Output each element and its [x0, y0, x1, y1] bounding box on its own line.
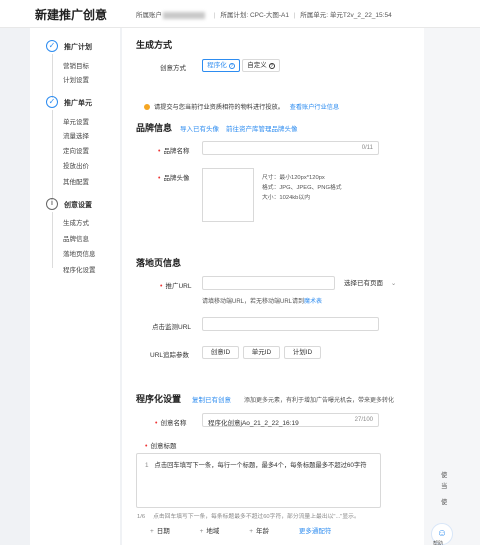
creative-method-label: 创意方式: [160, 65, 186, 72]
sidebar-item-unit-settings[interactable]: 单元设置: [63, 116, 89, 126]
avatar-upload-box[interactable]: [202, 168, 254, 222]
breadcrumb: 所属账户 | 所属计划: CPC-大图-A1 | 所属单元: 单元T2v_2_2…: [136, 11, 392, 19]
param-plan-id-button[interactable]: 计划ID: [284, 346, 321, 359]
sidebar-item-bidding[interactable]: 投放出价: [63, 160, 89, 170]
monitor-url-label: 点击监测URL: [152, 324, 192, 331]
account-name-redacted: [163, 11, 205, 19]
sidebar-item-traffic[interactable]: 流量选择: [63, 130, 89, 140]
option-custom-button[interactable]: 自定义?: [242, 59, 280, 72]
programmatic-tip: 添加更多元素，有利于增加广告曝光机会，带来更多转化: [244, 398, 395, 404]
section-landing-title: 落地页信息: [136, 258, 182, 268]
step-connector: [52, 212, 53, 268]
rail-text-1: 使: [441, 472, 448, 479]
sidebar-item-programmatic[interactable]: 程序化设置: [63, 264, 96, 274]
step-sidebar: ✓ 推广计划 营销目标 计划设置 ✓ 推广单元 单元设置 流量选择 定向设置 投…: [30, 28, 120, 545]
option-programmatic-button[interactable]: 程序化?: [202, 59, 240, 72]
info-icon: i: [46, 198, 58, 210]
avatar-spec-format: 格式：JPG、JPEG、PNG格式: [262, 185, 342, 191]
headline-textarea[interactable]: 1 点击回车填写下一条，每行一个标题，最多4个，每条标题最多不超过60字符: [136, 453, 381, 508]
copy-creative-link[interactable]: 复制已有创意: [192, 394, 231, 404]
chevron-down-icon: ⌄: [390, 280, 397, 287]
headline-hint: 1/6 点击回车填写下一条，每条标题最多不超过60字符，部分流量上最出以"..."…: [137, 514, 360, 520]
industry-notice: 请提交与您当前行业资质相符的物料进行投放。 查看账户行业信息: [144, 102, 339, 111]
select-existing-page[interactable]: 选择已有页面 ⌄: [344, 277, 396, 287]
right-rail: [424, 28, 480, 545]
section-brand-title: 品牌信息: [136, 123, 173, 133]
rail-text-2: 当: [441, 483, 448, 490]
param-unit-id-button[interactable]: 单元ID: [243, 346, 280, 359]
rail-text-3: 使: [441, 499, 448, 506]
check-icon: ✓: [46, 96, 58, 108]
param-creative-id-button[interactable]: 创意ID: [202, 346, 239, 359]
step-connector: [52, 54, 53, 98]
sidebar-item-plan-settings[interactable]: 计划设置: [63, 74, 89, 84]
import-avatar-link[interactable]: 导入已有头像: [180, 123, 219, 133]
check-icon: ✓: [46, 40, 58, 52]
sidebar-item-marketing-goal[interactable]: 营销目标: [63, 60, 89, 70]
sidebar-item-landing[interactable]: 落地页信息: [63, 248, 96, 258]
line-number: 1: [145, 462, 149, 469]
url-params-label: URL追踪参数: [150, 352, 190, 359]
promo-url-label: 推广URL: [160, 280, 191, 290]
promo-url-input[interactable]: [202, 276, 335, 290]
help-icon: ?: [228, 63, 235, 69]
headline-placeholder: 点击回车填写下一条，每行一个标题，最多4个，每条标题最多不超过60字符: [154, 462, 367, 469]
plan-info: 所属计划: CPC-大图-A1: [220, 12, 289, 19]
chat-help-icon: ☺: [436, 528, 448, 539]
account-label: 所属账户: [136, 12, 162, 19]
brand-name-label: 品牌名称: [158, 145, 189, 155]
sidebar-item-brand[interactable]: 品牌信息: [63, 233, 89, 243]
top-bar: 新建推广创意 所属账户 | 所属计划: CPC-大图-A1 | 所属单元: 单元…: [0, 0, 480, 28]
step-title: 推广单元: [64, 100, 92, 107]
wildcard-region-button[interactable]: + 地域: [200, 528, 234, 535]
wildcard-date-button[interactable]: + 日期: [150, 528, 184, 535]
magic-table-link[interactable]: 魔术表: [304, 299, 322, 305]
step-title: 创意设置: [64, 202, 92, 209]
wildcard-bar: + 日期 + 地域 + 年龄 更多通配符: [150, 525, 345, 535]
step-title: 推广计划: [64, 44, 92, 51]
wildcard-age-button[interactable]: + 年龄: [249, 528, 283, 535]
warning-icon: [144, 104, 150, 110]
brand-name-counter: 0/11: [361, 145, 373, 151]
unit-info: 所属单元: 单元T2v_2_22_15:54: [300, 12, 392, 19]
help-label: 帮助: [433, 541, 444, 545]
promo-url-hint: 请填移动端URL，若无移动端URL请到魔术表: [202, 299, 323, 305]
section-generation-title: 生成方式: [136, 40, 173, 50]
brand-name-input[interactable]: 0/11: [202, 141, 379, 155]
section-programmatic-title: 程序化设置: [136, 394, 182, 404]
avatar-spec-filesize: 大小：1024kb以内: [262, 195, 311, 201]
sidebar-item-other[interactable]: 其他配置: [63, 176, 89, 186]
industry-info-link[interactable]: 查看账户行业信息: [290, 104, 340, 111]
creative-name-label: 创意名称: [155, 417, 186, 427]
creative-headline-label: 创意标题: [145, 440, 176, 450]
headline-counter: 1/6: [137, 514, 146, 520]
creative-name-input[interactable]: 程序化创意jAo_21_2_22_16:19 27/100: [202, 413, 379, 427]
sidebar-item-generation[interactable]: 生成方式: [63, 217, 89, 227]
step-connector: [52, 110, 53, 198]
sidebar-item-targeting[interactable]: 定向设置: [63, 145, 89, 155]
help-icon: ?: [268, 63, 275, 69]
avatar-spec-size: 尺寸：最小120px*120px: [262, 175, 325, 181]
monitor-url-input[interactable]: [202, 317, 379, 331]
manage-avatar-link[interactable]: 前往资产库管理品牌头像: [226, 123, 298, 133]
brand-avatar-label: 品牌头像: [158, 172, 189, 182]
more-wildcards-link[interactable]: 更多通配符: [299, 528, 332, 535]
creative-name-counter: 27/100: [354, 417, 373, 423]
page-title: 新建推广创意: [35, 8, 108, 22]
